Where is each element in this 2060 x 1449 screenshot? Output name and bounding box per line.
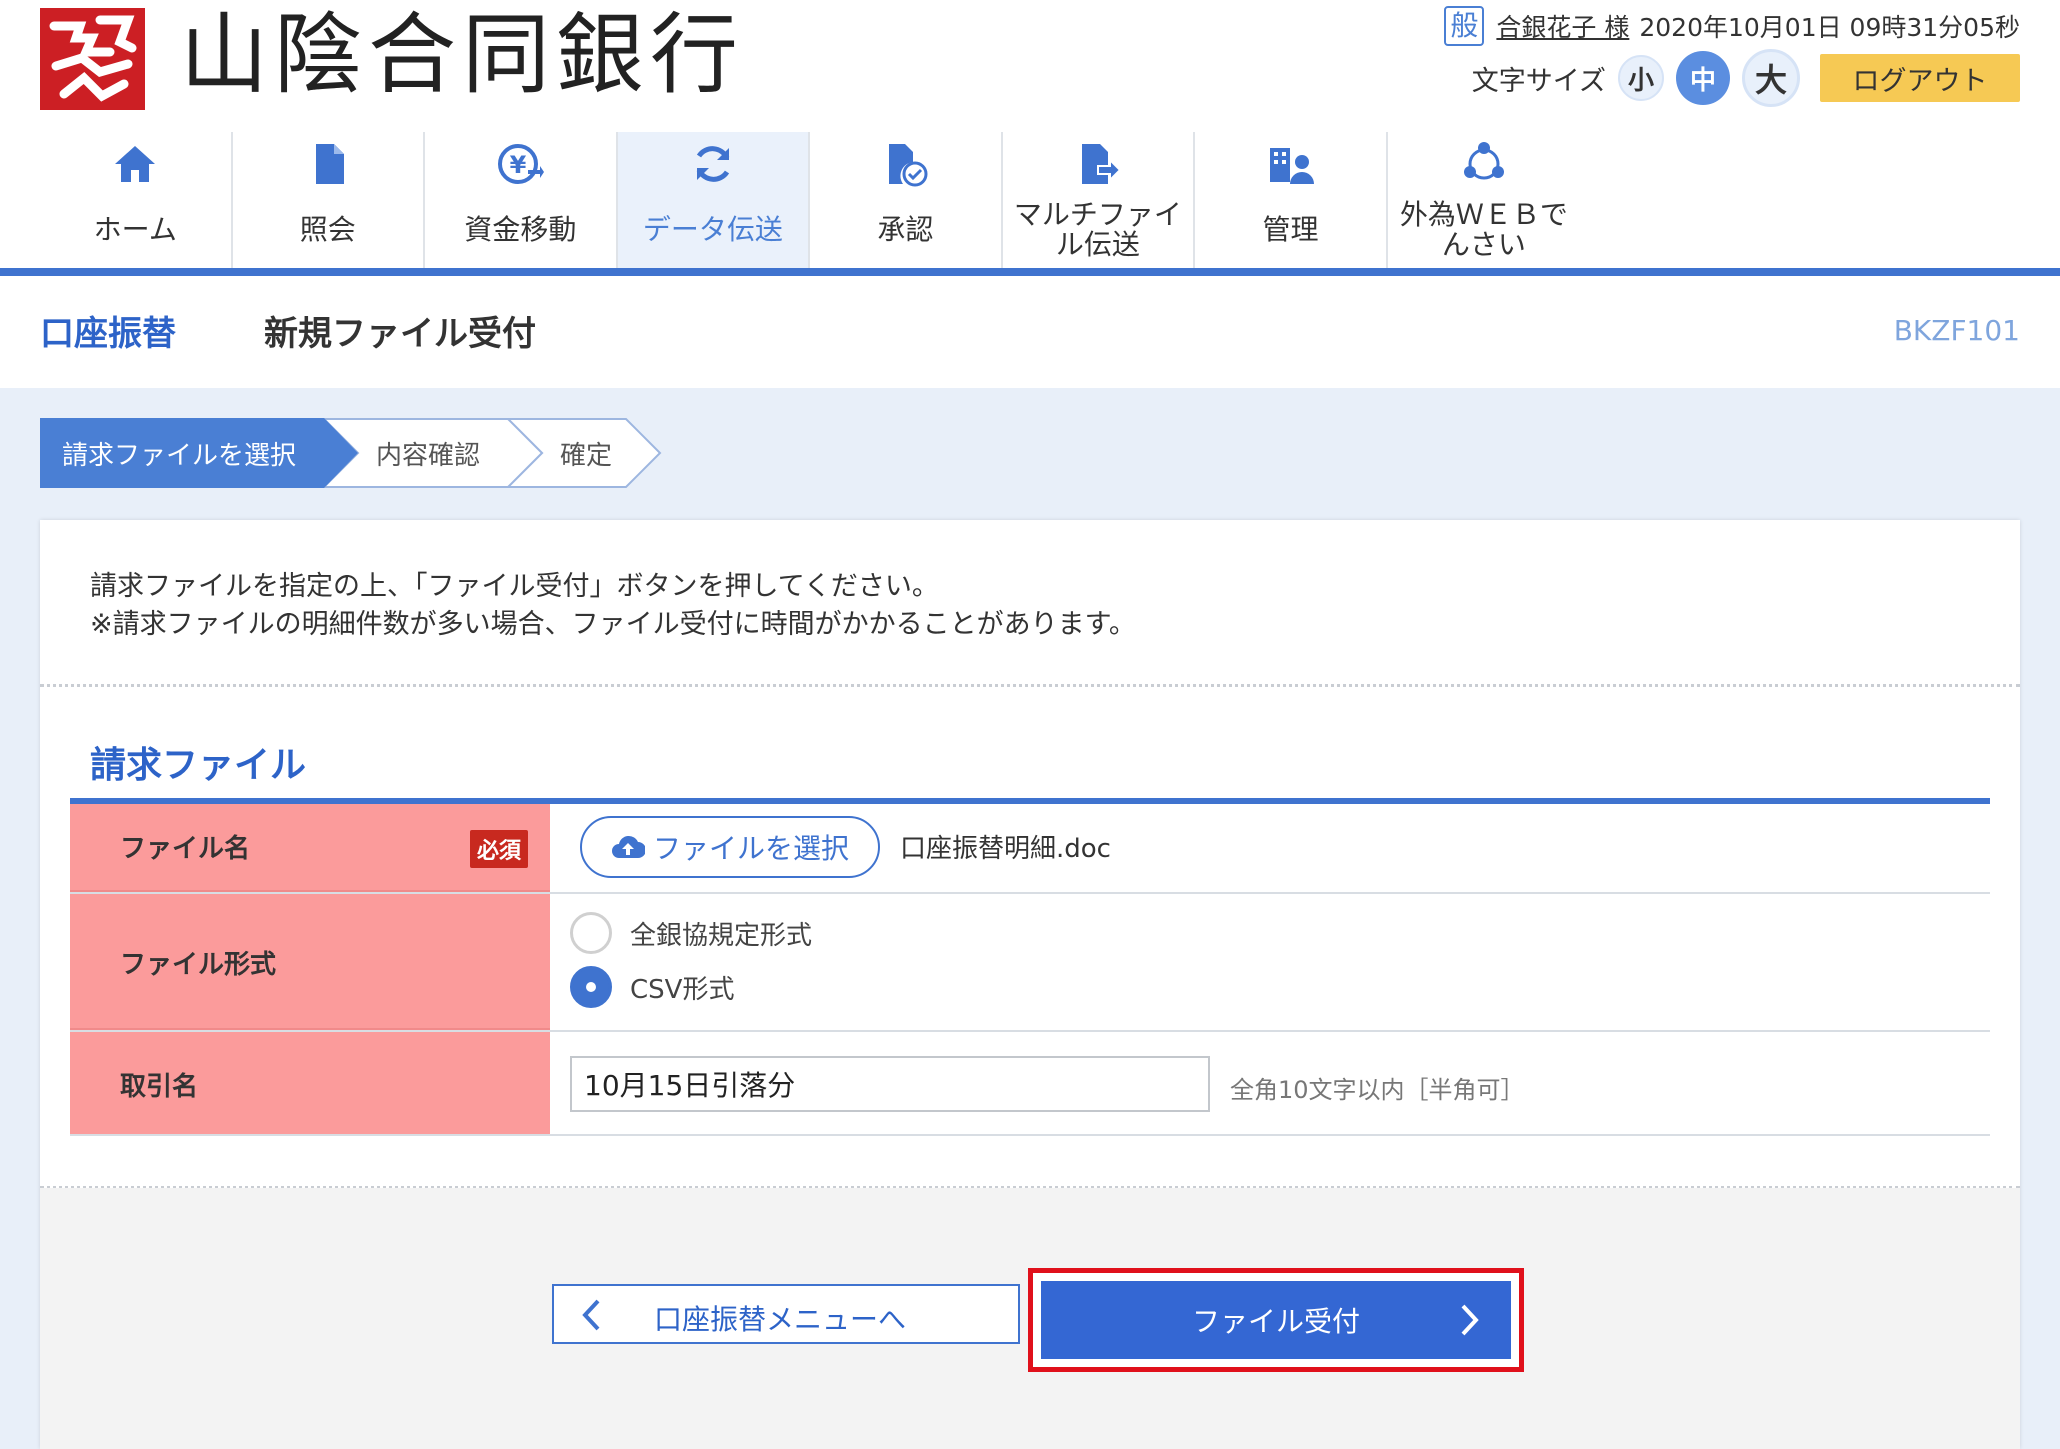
page-title: 新規ファイル受付 xyxy=(264,314,536,354)
file-format-label-cell: ファイル形式 xyxy=(70,894,550,1030)
file-format-label: ファイル形式 xyxy=(120,950,277,980)
file-name-label: ファイル名 xyxy=(120,834,251,864)
radio-zengin[interactable] xyxy=(570,912,612,954)
yen-transfer-icon: ¥ xyxy=(498,144,545,184)
nav-home[interactable]: ホーム xyxy=(40,132,233,268)
svg-text:¥: ¥ xyxy=(510,151,527,179)
chevron-left-icon xyxy=(582,1299,600,1331)
step-1-select-file: 請求ファイルを選択 xyxy=(62,440,297,471)
nav-data-transmission[interactable]: データ伝送 xyxy=(617,132,811,268)
nav-forex-web-label: 外為ＷＥＢでんさい xyxy=(1399,198,1568,261)
approve-icon xyxy=(889,144,928,187)
font-size-controls: 文字サイズ 小 中 大 ログアウト xyxy=(1471,49,2020,107)
form-table: ファイル名 必須 ファイルを選択 口座振替明細.doc ファイル形式 全銀協規定… xyxy=(70,798,1990,1136)
button-area: 口座振替メニューへ ファイル受付 xyxy=(40,1188,2020,1449)
sync-icon xyxy=(696,146,730,182)
back-to-menu-button[interactable]: 口座振替メニューへ xyxy=(552,1284,1020,1344)
nav-data-transmission-label: データ伝送 xyxy=(642,213,783,246)
radio-csv[interactable] xyxy=(570,966,612,1008)
logout-button[interactable]: ログアウト xyxy=(1820,54,2020,102)
format-option-csv-label: CSV形式 xyxy=(630,974,735,1005)
transaction-label: 取引名 xyxy=(120,1072,199,1102)
step-indicator: 請求ファイルを選択 内容確認 確定 xyxy=(40,418,680,488)
submit-highlight-frame: ファイル受付 xyxy=(1028,1268,1524,1372)
file-select-label: ファイルを選択 xyxy=(652,832,849,865)
step-2-confirm-content: 内容確認 xyxy=(376,440,481,471)
transaction-value-cell: 全角10文字以内［半角可］ xyxy=(550,1032,1990,1134)
font-size-label: 文字サイズ xyxy=(1471,65,1606,97)
form-row-transaction-name: 取引名 全角10文字以内［半角可］ xyxy=(70,1032,1990,1136)
header: 山陰合同銀行 般 合銀花子 様 2020年10月01日 09時31分05秒 文字… xyxy=(0,0,2060,132)
transaction-name-input[interactable] xyxy=(570,1056,1210,1112)
cloud-upload-icon xyxy=(611,835,645,858)
form-row-file-format: ファイル形式 全銀協規定形式 CSV形式 xyxy=(70,894,1990,1032)
user-info: 般 合銀花子 様 2020年10月01日 09時31分05秒 xyxy=(1444,6,2020,46)
multi-file-icon xyxy=(1081,144,1122,184)
file-submit-button[interactable]: ファイル受付 xyxy=(1041,1281,1511,1359)
format-option-zengin[interactable]: 全銀協規定形式 xyxy=(570,912,812,954)
nav-multi-file[interactable]: マルチファイル伝送 xyxy=(1003,132,1196,268)
file-format-value-cell: 全銀協規定形式 CSV形式 xyxy=(550,894,1990,1030)
nav-forex-web[interactable]: 外為ＷＥＢでんさい xyxy=(1388,132,1580,268)
file-name-label-cell: ファイル名 必須 xyxy=(70,804,550,892)
login-datetime: 2020年10月01日 09時31分05秒 xyxy=(1639,13,2020,42)
bank-logo-icon xyxy=(40,8,145,110)
format-option-zengin-label: 全銀協規定形式 xyxy=(630,920,813,951)
instruction-line-2: ※請求ファイルの明細件数が多い場合、ファイル受付に時間がかかることがあります。 xyxy=(90,609,1136,640)
home-icon xyxy=(115,146,156,182)
nav-underline xyxy=(0,268,2060,276)
network-icon xyxy=(1463,142,1504,180)
back-to-menu-label: 口座振替メニューへ xyxy=(654,1303,907,1336)
title-bar: 口座振替 新規ファイル受付 BKZF101 xyxy=(0,276,2060,388)
nav-approval[interactable]: 承認 xyxy=(810,132,1003,268)
main-panel: 請求ファイルを指定の上、「ファイル受付」ボタンを押してください。 ※請求ファイル… xyxy=(40,520,2020,1449)
transaction-label-cell: 取引名 xyxy=(70,1032,550,1134)
nav-admin[interactable]: 管理 xyxy=(1195,132,1388,268)
nav-approval-label: 承認 xyxy=(877,213,934,246)
nav-inquiry[interactable]: 照会 xyxy=(233,132,426,268)
nav-inquiry-label: 照会 xyxy=(299,213,356,246)
chevron-right-icon xyxy=(1461,1304,1479,1336)
step-3-finalize: 確定 xyxy=(560,440,613,471)
form-row-file-name: ファイル名 必須 ファイルを選択 口座振替明細.doc xyxy=(70,804,1990,894)
section-title: 請求ファイル xyxy=(90,745,307,786)
document-icon xyxy=(315,144,344,184)
screen-code: BKZF101 xyxy=(1893,314,2020,347)
file-submit-label: ファイル受付 xyxy=(1191,1305,1360,1338)
nav-admin-label: 管理 xyxy=(1262,213,1319,246)
nav-fund-transfer[interactable]: ¥ 資金移動 xyxy=(425,132,618,268)
font-size-large-button[interactable]: 大 xyxy=(1742,49,1800,107)
page-category: 口座振替 xyxy=(40,314,176,354)
bank-name: 山陰合同銀行 xyxy=(180,3,745,106)
nav-multi-file-label: マルチファイル伝送 xyxy=(1013,198,1182,261)
file-select-button[interactable]: ファイルを選択 xyxy=(580,816,880,878)
user-name-link[interactable]: 合銀花子 様 xyxy=(1496,8,1629,44)
divider-top xyxy=(40,684,2020,687)
file-name-value-cell: ファイルを選択 口座振替明細.doc xyxy=(550,804,1990,892)
user-type-badge: 般 xyxy=(1444,6,1485,46)
font-size-small-button[interactable]: 小 xyxy=(1618,55,1664,101)
instruction-line-1: 請求ファイルを指定の上、「ファイル受付」ボタンを押してください。 xyxy=(90,571,939,602)
selected-file-name: 口座振替明細.doc xyxy=(900,834,1111,864)
nav-fund-transfer-label: 資金移動 xyxy=(464,213,577,246)
main-nav: ホーム 照会 ¥ 資金移動 データ伝送 承認 マルチファイル伝送 管理 外為ＷＥ… xyxy=(40,132,1580,268)
transaction-hint: 全角10文字以内［半角可］ xyxy=(1230,1076,1525,1104)
admin-icon xyxy=(1270,148,1315,184)
format-option-csv[interactable]: CSV形式 xyxy=(570,966,734,1008)
required-badge: 必須 xyxy=(470,830,528,868)
instructions: 請求ファイルを指定の上、「ファイル受付」ボタンを押してください。 ※請求ファイル… xyxy=(90,568,1136,644)
font-size-medium-button[interactable]: 中 xyxy=(1676,51,1730,105)
nav-home-label: ホーム xyxy=(93,213,177,246)
